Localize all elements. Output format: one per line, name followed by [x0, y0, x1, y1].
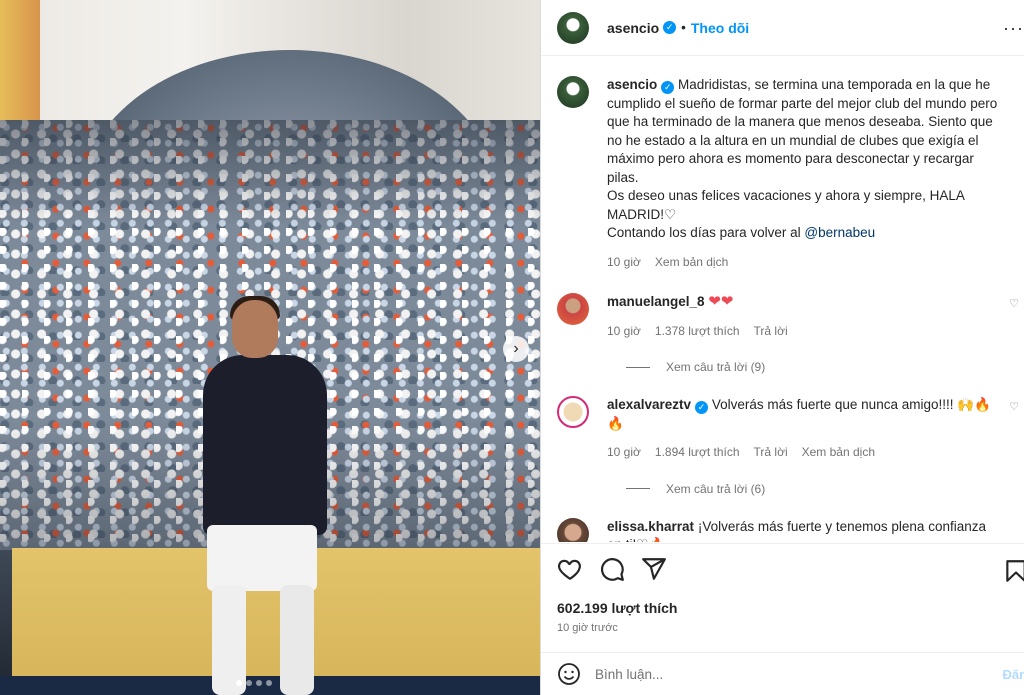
- heart-icon[interactable]: [557, 556, 583, 582]
- player-jacket: [203, 355, 327, 535]
- more-horizontal-icon[interactable]: ···: [1003, 18, 1024, 39]
- likes-count[interactable]: 602.199 lượt thích: [557, 600, 1009, 616]
- comment-composer: Đăng: [541, 652, 1024, 695]
- caption-time: 10 giờ: [607, 254, 641, 269]
- slide-dot: [236, 680, 242, 686]
- comment-username[interactable]: elissa.kharrat: [607, 519, 694, 534]
- replies-divider: [626, 488, 650, 489]
- translate-button[interactable]: Xem bản dịch: [802, 443, 875, 462]
- author-username[interactable]: asencio: [607, 20, 659, 36]
- comment-username[interactable]: manuelangel_8: [607, 294, 705, 309]
- comment-text: Volverás más fuerte que nunca amigo!!!! …: [711, 397, 991, 412]
- post-header: asencio ✓ • Theo dõi ···: [541, 0, 1024, 56]
- reply-button[interactable]: Trả lời: [754, 443, 788, 462]
- post-caption: asencio ✓ Madridistas, se termina una tem…: [557, 76, 1009, 271]
- comment-likes[interactable]: 1.894 lượt thích: [655, 443, 740, 462]
- caption-text: Os deseo unas felices vacaciones y ahora…: [607, 188, 965, 222]
- bookmark-icon[interactable]: [1003, 558, 1024, 584]
- heart-icon[interactable]: ♡: [1009, 297, 1019, 310]
- replies-divider: [626, 366, 650, 368]
- share-icon[interactable]: [641, 556, 667, 582]
- follow-button[interactable]: Theo dõi: [691, 20, 749, 36]
- avatar[interactable]: [557, 293, 589, 325]
- comment-time: 10 giờ: [607, 445, 641, 459]
- comment-time: 10 giờ: [607, 323, 641, 338]
- translate-button[interactable]: Xem bản dịch: [655, 253, 728, 272]
- mention-link[interactable]: @bernabeu: [804, 225, 875, 240]
- avatar[interactable]: [557, 517, 589, 542]
- comment-text: ❤❤: [708, 293, 734, 310]
- verified-badge-icon: ✓: [695, 401, 709, 414]
- chevron-right-icon: ›: [513, 340, 519, 357]
- comment-likes[interactable]: 1.378 lượt thích: [655, 322, 740, 341]
- comment-text: 🔥: [607, 415, 624, 431]
- avatar[interactable]: [557, 76, 589, 108]
- slide-dot: [246, 680, 252, 686]
- verified-badge-icon: ✓: [661, 81, 675, 94]
- post-details-panel: asencio ✓ • Theo dõi ··· asencio ✓ Madrid…: [540, 0, 1024, 695]
- emoji-icon[interactable]: [557, 662, 581, 686]
- player-left-leg: [212, 585, 246, 695]
- post-comment-button[interactable]: Đăng: [1003, 667, 1024, 682]
- post-media[interactable]: ›: [0, 0, 540, 695]
- list-item: alexalvareztv ✓ Volverás más fuerte que n…: [557, 396, 1019, 462]
- comment-icon[interactable]: [599, 556, 625, 582]
- list-item: manuelangel_8 ❤❤ 10 giờ 1.378 lượt thích…: [557, 293, 1019, 341]
- comment-input[interactable]: [595, 666, 955, 682]
- comments-list[interactable]: asencio ✓ Madridistas, se termina una tem…: [541, 56, 1024, 542]
- view-replies-label: Xem câu trả lời (6): [666, 481, 766, 496]
- verified-badge-icon: ✓: [663, 21, 677, 34]
- player-right-leg: [280, 585, 314, 695]
- slide-dot: [256, 680, 262, 686]
- avatar[interactable]: [557, 396, 589, 428]
- view-replies-button[interactable]: Xem câu trả lời (9): [626, 360, 1009, 374]
- posted-time: 10 giờ trước: [557, 622, 618, 634]
- slide-dot: [266, 680, 272, 686]
- next-slide-button[interactable]: ›: [503, 336, 529, 362]
- view-replies-label: Xem câu trả lời (9): [666, 360, 766, 374]
- avatar[interactable]: [557, 11, 589, 44]
- header-separator: •: [681, 20, 686, 35]
- caption-username[interactable]: asencio: [607, 77, 657, 92]
- post-actions: 602.199 lượt thích 10 giờ trước: [541, 543, 1024, 634]
- reply-button[interactable]: Trả lời: [754, 322, 788, 341]
- slide-indicator: [236, 680, 272, 686]
- caption-text: Contando los días para volver al: [607, 225, 805, 240]
- comment-username[interactable]: alexalvareztv: [607, 397, 691, 412]
- list-item: elissa.kharrat ¡Volverás más fuerte y te…: [557, 517, 1009, 542]
- view-replies-button[interactable]: Xem câu trả lời (6): [626, 482, 1009, 496]
- player-shorts: [207, 525, 317, 591]
- player-head: [232, 300, 278, 358]
- heart-icon[interactable]: ♡: [1009, 400, 1019, 413]
